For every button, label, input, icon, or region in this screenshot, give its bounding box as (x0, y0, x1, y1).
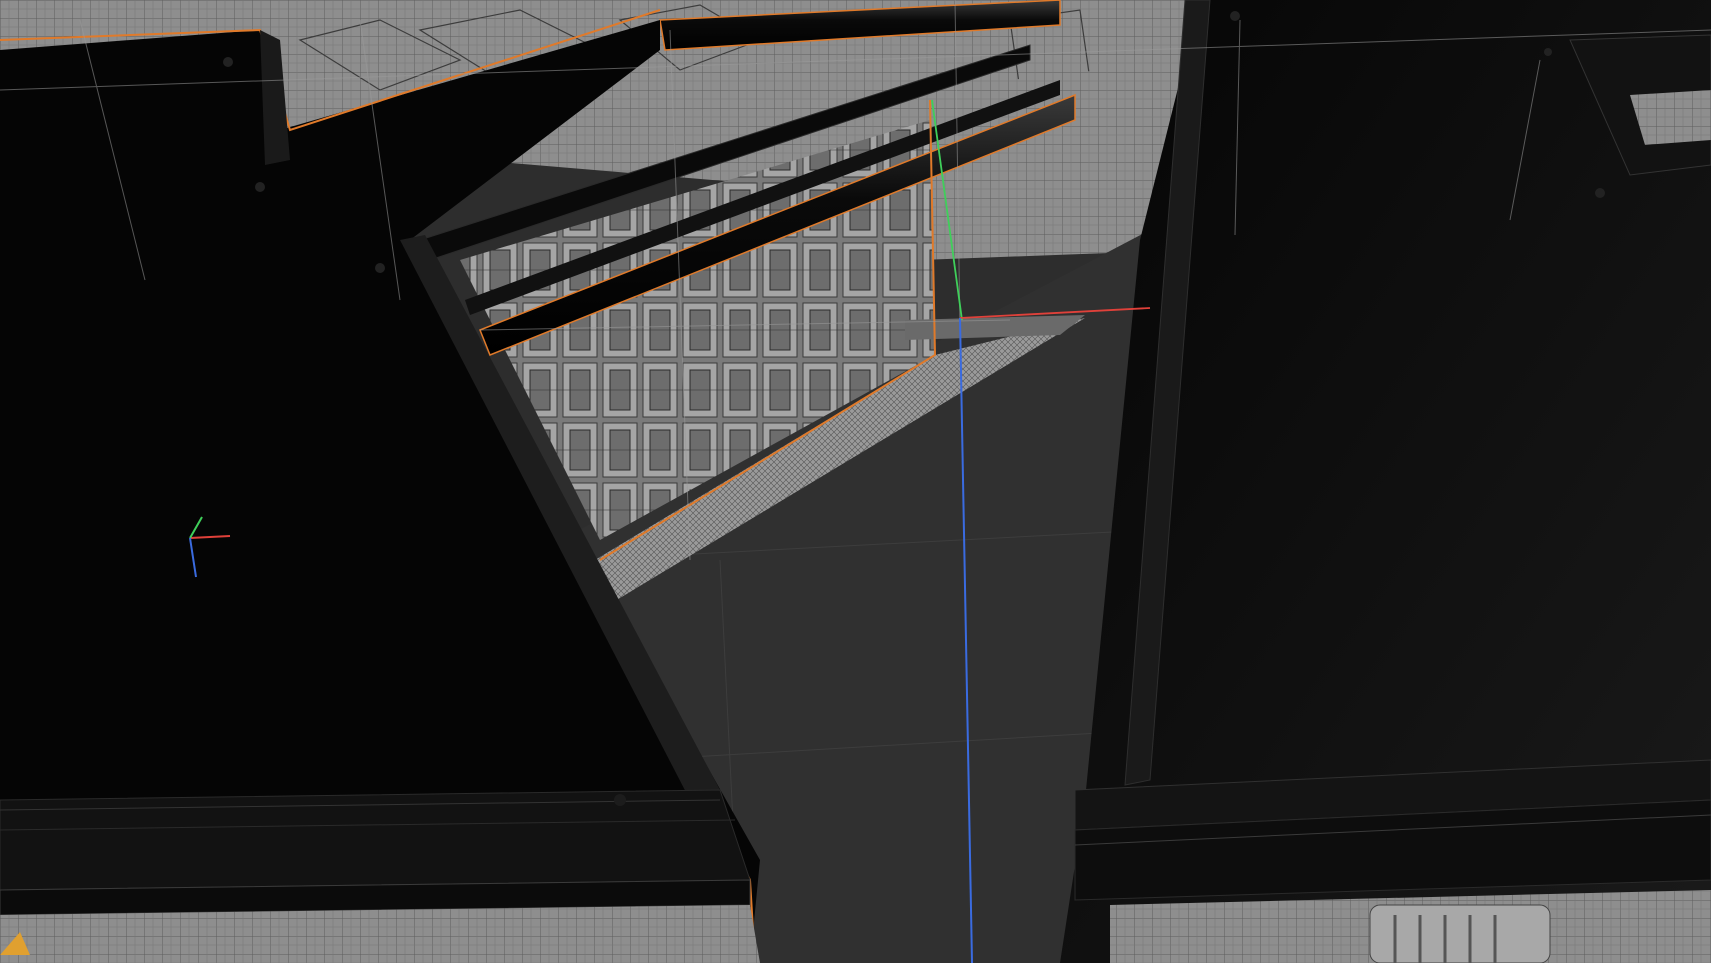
viewport-scene[interactable] (0, 0, 1711, 963)
3d-viewport[interactable] (0, 0, 1711, 963)
lower-wireframe-left (0, 905, 760, 963)
lower-right-detail (1369, 904, 1551, 963)
